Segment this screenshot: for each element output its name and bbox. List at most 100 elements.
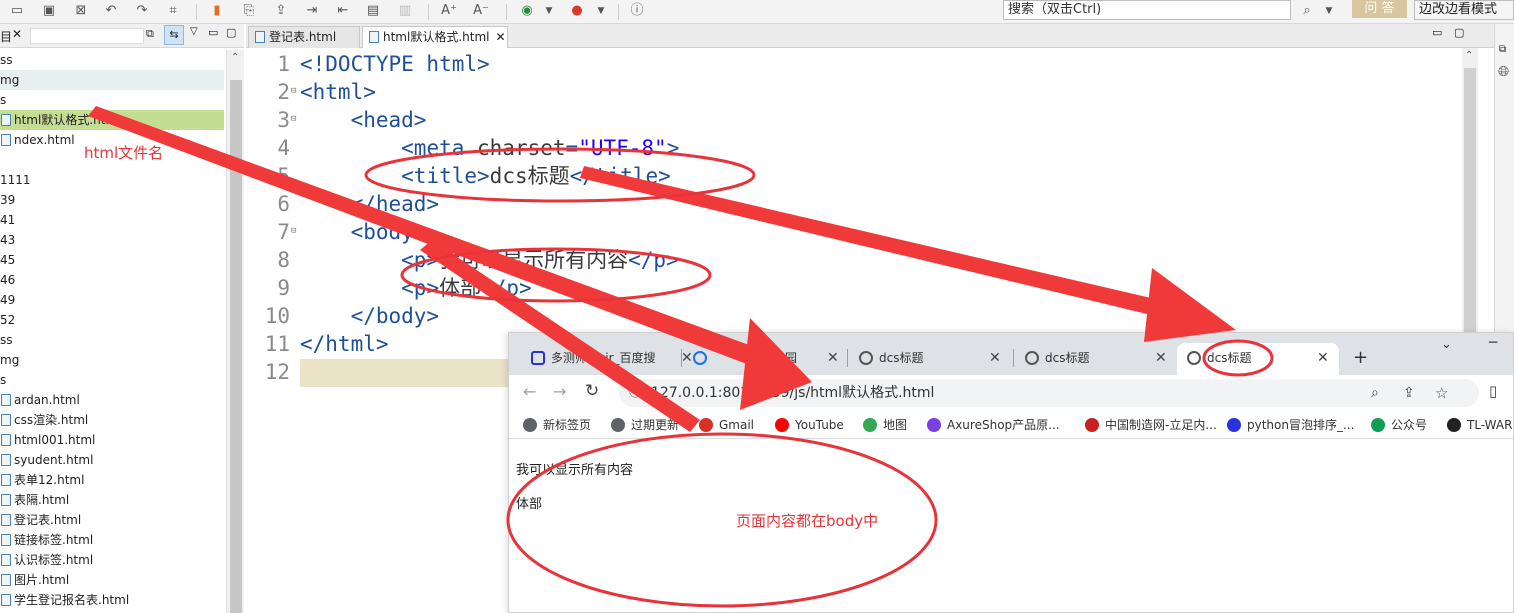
tree-item[interactable]: 41 [0,210,224,230]
tree-scrollbar[interactable]: ⌃ [226,50,244,613]
tree-item[interactable]: html默认格式.html [0,110,224,130]
link-editor-icon[interactable]: ⇆ [164,25,184,45]
browser-tab-dcs-2[interactable]: dcs标题 ✕ [1025,343,1175,375]
browser-tab-baidu[interactable]: 多测师肖sir_百度搜 ✕ [529,343,693,375]
close-icon[interactable]: ✕ [1317,343,1329,373]
code-line[interactable]: <meta charset="UTF-8"> [300,134,679,162]
scroll-up-icon[interactable]: ⌃ [231,52,239,63]
font-increase-icon[interactable]: A⁺ [440,2,458,20]
ask-button[interactable]: 问 答 [1352,0,1407,18]
step-in-icon[interactable]: ⇥ [303,2,321,20]
step-out-icon[interactable]: ⇤ [334,2,352,20]
bookmark-item[interactable]: python冒泡排序_... [1227,415,1354,435]
format-icon[interactable]: ⌗ [164,2,182,20]
new-file-icon[interactable]: ⎘ [240,2,258,20]
search-icon[interactable]: ⌕ [1298,2,1316,20]
tree-item[interactable]: 39 [0,190,224,210]
revert-icon[interactable]: ⊠ [72,2,90,20]
editor-scroll-thumb[interactable] [1464,68,1476,338]
share-icon[interactable]: ⇪ [1403,379,1415,407]
close-icon[interactable]: ✕ [681,343,693,373]
code-line[interactable]: <p>体部</p> [300,274,532,302]
star-icon[interactable]: ☆ [1435,379,1448,407]
tab-html-default-format[interactable]: html默认格式.html ✕ [362,26,508,48]
tree-item[interactable]: mg [0,350,224,370]
bookmark-item[interactable]: 公众号 [1371,415,1427,435]
browser-dropdown-icon[interactable]: ▼ [592,2,610,20]
tree-item[interactable]: s [0,90,224,110]
forward-icon[interactable]: → [553,382,566,401]
save-all-icon[interactable]: ▣ [40,2,58,20]
tree-item[interactable]: ardan.html [0,390,224,410]
tree-item[interactable]: 49 [0,290,224,310]
window-minimize-icon[interactable]: ─ [1489,335,1497,351]
code-line[interactable]: <p>我可以显示所有内容</p> [300,246,679,274]
minimize-icon[interactable]: ▭ [208,26,218,39]
browser-tab-cnblogs[interactable]: 客园 ✕ [693,343,839,375]
search-input[interactable]: 搜索（双击Ctrl) [1003,0,1291,20]
bookmark-item[interactable]: Gmail [699,415,754,435]
bookmark-item[interactable]: 地图 [863,415,907,435]
address-bar[interactable]: ⓘ 127.0.0.1:8020/d59/js/html默认格式.html ⌕ … [619,379,1479,407]
tree-item[interactable]: 登记表.html [0,510,224,530]
bookmark-item[interactable]: TL-WAR [1447,415,1512,435]
tree-item[interactable]: ss [0,50,224,70]
code-line[interactable]: <!DOCTYPE html> [300,50,490,78]
tab-registration-form[interactable]: 登记表.html [248,26,360,48]
maximize-icon[interactable]: ▢ [226,26,236,39]
restore-icon[interactable]: ⧉ [1499,44,1506,55]
view-menu-icon[interactable]: ▽ [190,26,198,37]
browser-tab-dcs-active[interactable]: dcs标题 ✕ [1177,343,1339,375]
code-line[interactable]: </html> [300,330,389,358]
fold-toggle-icon[interactable]: ⊟ [291,86,296,96]
live-preview-mode-button[interactable]: 边改边看模式 [1414,0,1514,20]
zoom-icon[interactable]: ⌕ [1371,379,1379,407]
bookmark-item[interactable]: AxureShop产品原... [927,415,1060,435]
code-line[interactable]: <body> [300,218,427,246]
tree-item[interactable]: 表单12.html [0,470,224,490]
run-icon[interactable]: ◉ [518,2,536,20]
tree-item[interactable]: html001.html [0,430,224,450]
reload-icon[interactable]: ↻ [585,381,599,401]
back-icon[interactable]: ← [523,382,536,401]
export-icon[interactable]: ⇪ [272,2,290,20]
search-dropdown-icon[interactable]: ▼ [1320,2,1338,20]
comment-icon[interactable]: ▤ [364,2,382,20]
code-line[interactable]: <html> [300,78,376,106]
tree-item[interactable]: 43 [0,230,224,250]
code-line[interactable]: <title>dcs标题</title> [300,162,671,190]
bookmark-item[interactable]: YouTube [775,415,844,435]
tree-item[interactable]: s [0,370,224,390]
bookmark-item[interactable]: 过期更新 [611,415,679,435]
tree-item[interactable]: mg [0,70,224,90]
tree-item[interactable]: 学生登记报名表.html [0,590,224,610]
code-line[interactable]: </body> [300,302,440,330]
close-icon[interactable]: ✕ [12,27,22,41]
chrome-icon[interactable]: ● [568,2,586,20]
minimize-icon[interactable]: ▭ [1432,26,1442,39]
tree-item[interactable]: 46 [0,270,224,290]
code-line[interactable]: </head> [300,190,440,218]
close-icon[interactable]: ✕ [1155,343,1167,373]
close-icon[interactable]: ✕ [989,343,1001,373]
tree-item[interactable]: 52 [0,310,224,330]
tree-item[interactable]: 45 [0,250,224,270]
tree-item[interactable]: 认识标签.html [0,550,224,570]
new-tab-icon[interactable]: + [1353,347,1368,368]
tree-item[interactable]: 图片.html [0,570,224,590]
bookmark-item[interactable]: 中国制造网-立足内... [1085,415,1217,435]
code-line[interactable]: <head> [300,106,427,134]
bookmark-item[interactable]: 新标签页 [523,415,591,435]
tree-item[interactable]: syudent.html [0,450,224,470]
collapse-all-icon[interactable]: ⧉ [146,27,154,41]
tree-item[interactable]: css渲染.html [0,410,224,430]
undo-icon[interactable]: ↶ [102,2,120,20]
bookmark-icon[interactable]: ▮ [208,2,226,20]
close-icon[interactable]: ✕ [827,343,839,373]
tree-scroll-thumb[interactable] [230,80,242,613]
save-icon[interactable]: ▭ [8,2,26,20]
side-panel-icon[interactable]: ▯ [1489,382,1497,400]
globe-icon[interactable]: 🌐︎ [1498,64,1509,80]
tab-search-icon[interactable]: ⌄ [1441,337,1452,352]
fold-toggle-icon[interactable]: ⊟ [291,226,296,236]
